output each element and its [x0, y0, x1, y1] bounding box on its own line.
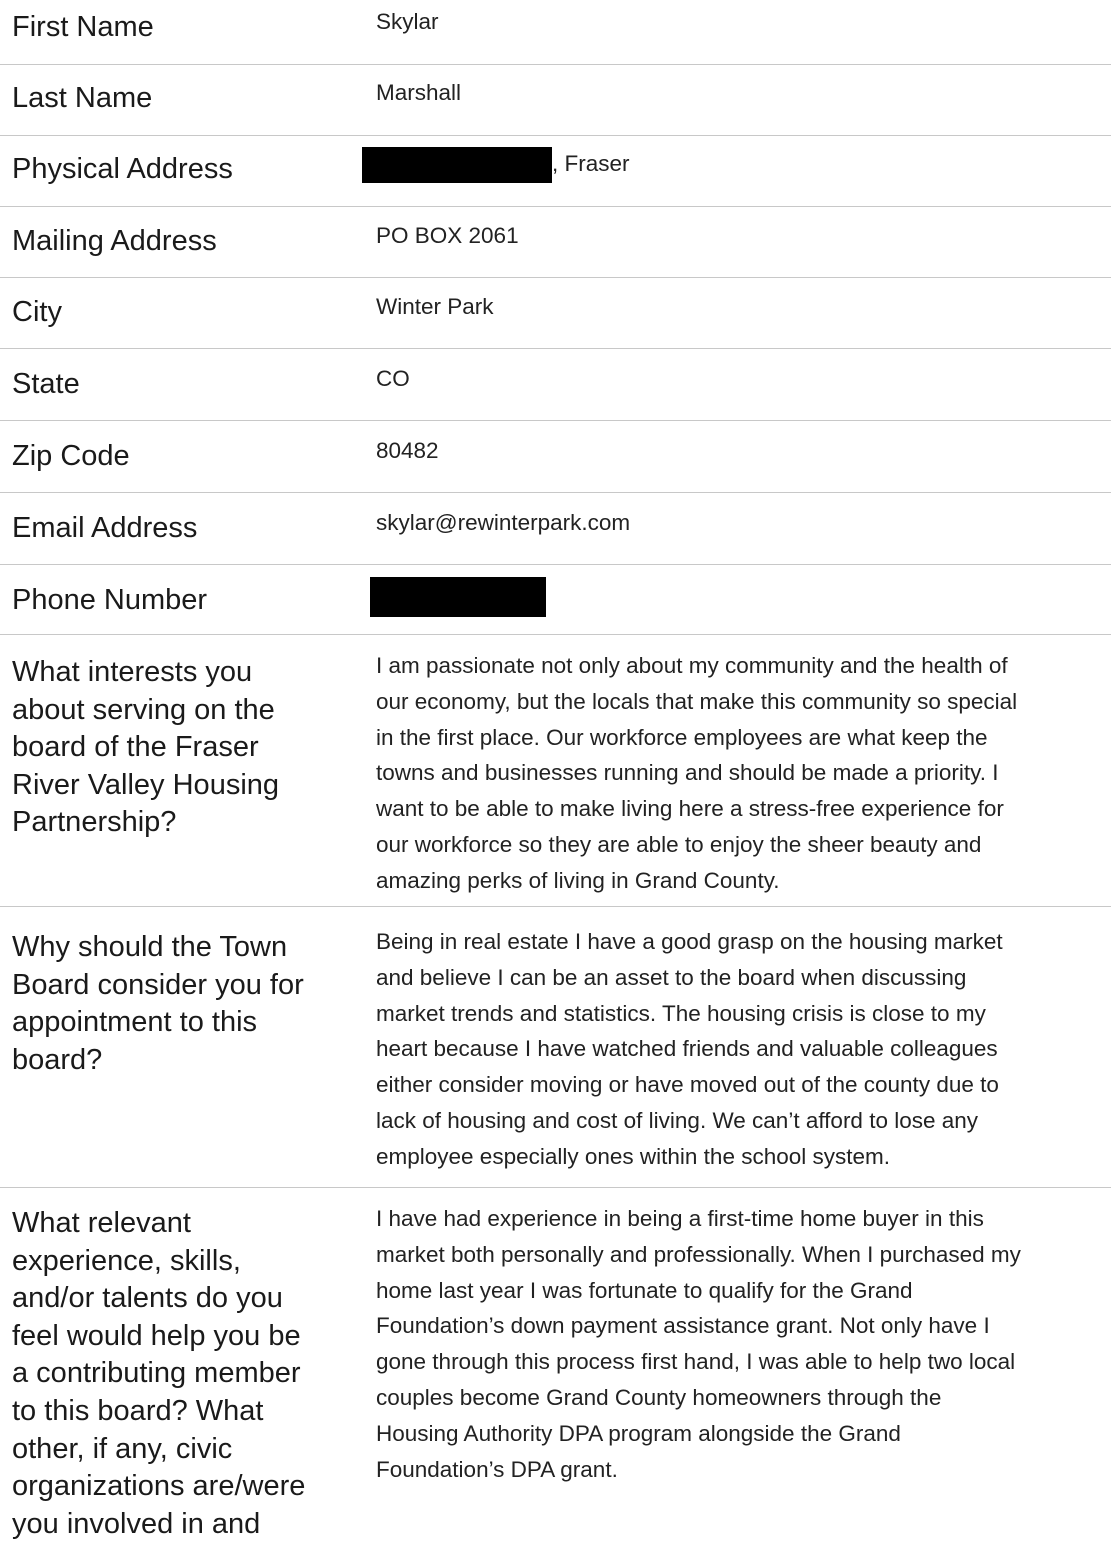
last-name-label: Last Name: [12, 82, 153, 114]
mailing-address-label: Mailing Address: [12, 225, 217, 257]
answer-text: I am passionate not only about my commun…: [376, 653, 1018, 893]
question-label: Why should the Town Board consider you f…: [12, 931, 304, 1076]
physical-address-value: , Fraser: [362, 146, 1111, 184]
phone-label: Phone Number: [12, 584, 208, 616]
redacted-street-address: [362, 147, 552, 184]
first-name-row: First Name Skylar: [0, 0, 1111, 65]
physical-address-city: , Fraser: [552, 151, 630, 176]
answer-text: Being in real estate I have a good grasp…: [376, 929, 1003, 1169]
mailing-address-value: PO BOX 2061: [376, 223, 519, 248]
state-value: CO: [376, 366, 410, 391]
zip-code-value: 80482: [376, 438, 439, 463]
email-label: Email Address: [12, 512, 198, 544]
first-name-value: Skylar: [376, 9, 439, 34]
first-name-label: First Name: [12, 11, 154, 43]
question-row-interests: What interests you about serving on the …: [0, 635, 1111, 907]
question-label: What interests you about serving on the …: [12, 656, 280, 839]
zip-code-row: Zip Code 80482: [0, 421, 1111, 493]
zip-code-label: Zip Code: [12, 440, 130, 472]
city-label: City: [12, 296, 62, 328]
physical-address-label: Physical Address: [12, 153, 233, 185]
question-row-consider: Why should the Town Board consider you f…: [0, 907, 1111, 1188]
answer-text: I have had experience in being a first-t…: [376, 1206, 1021, 1482]
physical-address-row: Physical Address , Fraser: [0, 136, 1111, 207]
city-value: Winter Park: [376, 294, 494, 319]
email-value: skylar@rewinterpark.com: [376, 510, 631, 535]
state-label: State: [12, 368, 80, 400]
mailing-address-row: Mailing Address PO BOX 2061: [0, 207, 1111, 278]
last-name-row: Last Name Marshall: [0, 65, 1111, 136]
state-row: State CO: [0, 349, 1111, 421]
question-label: What relevant experience, skills, and/or…: [12, 1207, 306, 1540]
city-row: City Winter Park: [0, 278, 1111, 349]
question-row-experience: What relevant experience, skills, and/or…: [0, 1188, 1111, 1548]
last-name-value: Marshall: [376, 80, 462, 105]
redacted-phone-number: [370, 577, 546, 617]
email-row: Email Address skylar@rewinterpark.com: [0, 493, 1111, 565]
phone-row: Phone Number: [0, 565, 1111, 635]
